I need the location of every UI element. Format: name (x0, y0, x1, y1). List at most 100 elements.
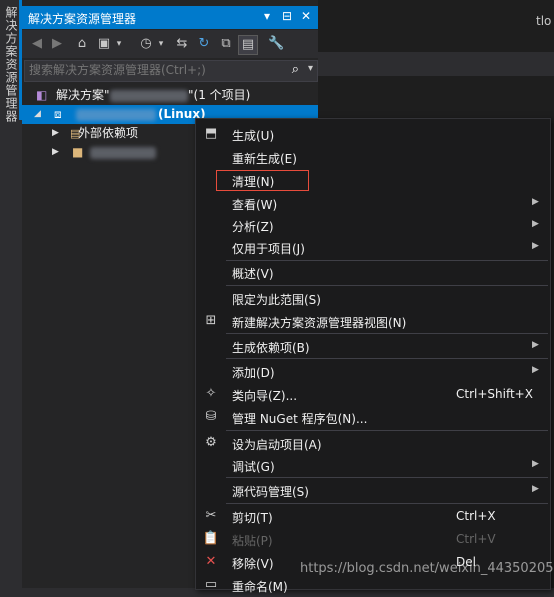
pin-icon[interactable]: ⊟ (282, 9, 292, 23)
redacted-folder-name (90, 147, 156, 159)
nuget-icon: ⛁ (205, 409, 217, 424)
menu-item-cut[interactable]: ✂ 剪切(T) Ctrl+X (196, 505, 550, 528)
menu-item-shortcut: Ctrl+X (456, 509, 496, 523)
panel-title: 解决方案资源管理器 (28, 12, 137, 26)
menu-item-label: 查看(W) (232, 198, 278, 212)
submenu-arrow-icon: ▶ (532, 197, 539, 207)
menu-item-project-only[interactable]: 仅用于项目(J) ▶ (196, 236, 550, 259)
menu-item-scope-to-this[interactable]: 限定为此范围(S) (196, 287, 550, 310)
menu-item-build-dependencies[interactable]: 生成依赖项(B) ▶ (196, 335, 550, 358)
expanded-arrow-icon[interactable]: ◢ (34, 105, 41, 124)
close-icon[interactable]: ✕ (301, 9, 311, 23)
menu-item-label: 仅用于项目(J) (232, 242, 305, 256)
solution-explorer-side-tab[interactable]: 解决方案资源管理器 (0, 0, 22, 588)
search-box: ⌕ ▾ (24, 60, 318, 82)
side-tab-label: 解决方案资源管理器 (4, 6, 18, 123)
submenu-arrow-icon: ▶ (532, 219, 539, 229)
menu-item-set-startup[interactable]: ⚙ 设为启动项目(A) (196, 432, 550, 455)
forward-icon[interactable]: ▶ (50, 35, 64, 53)
collapsed-arrow-icon[interactable]: ▶ (52, 124, 59, 143)
menu-item-rebuild[interactable]: 重新生成(E) (196, 146, 550, 169)
menu-separator (226, 358, 548, 359)
search-input[interactable] (29, 62, 279, 78)
menu-item-label: 源代码管理(S) (232, 485, 309, 499)
menu-item-label: 设为启动项目(A) (232, 438, 322, 452)
menu-item-label: 类向导(Z)... (232, 389, 298, 403)
menu-item-add[interactable]: 添加(D) ▶ (196, 360, 550, 383)
menu-item-analyze[interactable]: 分析(Z) ▶ (196, 214, 550, 237)
collapse-all-icon[interactable]: ⧉ (218, 35, 234, 53)
remove-icon: ✕ (205, 554, 217, 569)
submenu-arrow-icon: ▶ (532, 459, 539, 469)
highlight-box (216, 170, 309, 191)
project-icon: ⧈ (54, 107, 62, 121)
pending-changes-icon[interactable]: ◷ (138, 35, 154, 53)
collapsed-arrow-icon[interactable]: ▶ (52, 143, 59, 162)
watermark-text: https://blog.csdn.net/weixin_44350205 (300, 561, 554, 576)
class-wizard-icon: ✧ (205, 386, 217, 401)
menu-item-shortcut: Ctrl+Shift+X (456, 387, 533, 401)
project-context-menu: ⬒ 生成(U) 重新生成(E) 清理(N) 查看(W) ▶ 分析(Z) ▶ 仅用… (195, 118, 551, 594)
refresh-icon[interactable]: ↻ (196, 35, 212, 53)
search-icon[interactable]: ⌕ (292, 62, 299, 77)
menu-separator (226, 503, 548, 504)
menu-separator (226, 430, 548, 431)
search-options-dropdown-icon[interactable]: ▾ (308, 63, 313, 74)
gear-icon: ⚙ (205, 435, 217, 450)
menu-separator (226, 333, 548, 334)
menu-item-label: 剪切(T) (232, 511, 273, 525)
menu-item-label: 新建解决方案资源管理器视图(N) (232, 316, 407, 330)
solution-label-prefix: 解决方案" (56, 88, 110, 102)
submenu-arrow-icon: ▶ (532, 241, 539, 251)
folder-icon: ■ (72, 145, 84, 159)
chevron-down-icon[interactable]: ▾ (156, 35, 166, 53)
new-view-icon: ⊞ (205, 313, 217, 328)
tree-item-solution[interactable]: ◧ 解决方案" "(1 个项目) (22, 86, 318, 105)
cut-icon: ✂ (205, 508, 217, 523)
switch-views-icon[interactable]: ▣ (96, 35, 112, 53)
menu-item-label: 调试(G) (232, 460, 275, 474)
menu-item-label: 重命名(M) (232, 580, 288, 594)
menu-item-label: 生成(U) (232, 129, 275, 143)
panel-toolbar: ◀ ▶ ⌂ ▣ ▾ ◷ ▾ ⇆ ↻ ⧉ ▤ 🔧 (22, 30, 318, 58)
menu-item-manage-nuget[interactable]: ⛁ 管理 NuGet 程序包(N)... (196, 406, 550, 429)
menu-item-label: 管理 NuGet 程序包(N)... (232, 412, 368, 426)
rename-icon: ▭ (204, 577, 218, 592)
menu-item-label: 移除(V) (232, 557, 274, 571)
show-all-files-icon[interactable]: ▤ (238, 35, 258, 55)
menu-item-label: 分析(Z) (232, 220, 274, 234)
menu-item-label: 限定为此范围(S) (232, 293, 321, 307)
menu-item-rename[interactable]: ▭ 重命名(M) (196, 574, 550, 597)
menu-item-paste[interactable]: 📋 粘贴(P) Ctrl+V (196, 528, 550, 551)
menu-item-source-control[interactable]: 源代码管理(S) ▶ (196, 479, 550, 502)
sync-icon[interactable]: ⇆ (174, 35, 190, 53)
solution-label-suffix: "(1 个项目) (188, 88, 251, 102)
menu-item-label: 粘贴(P) (232, 534, 273, 548)
redacted-solution-name (110, 90, 188, 102)
editor-tab[interactable]: tlo (536, 14, 551, 28)
menu-item-label: 重新生成(E) (232, 152, 297, 166)
external-deps-label: 外部依赖项 (78, 126, 139, 140)
chevron-down-icon[interactable]: ▾ (114, 35, 124, 53)
menu-item-shortcut: Ctrl+V (456, 532, 496, 546)
menu-item-label: 生成依赖项(B) (232, 341, 310, 355)
home-icon[interactable]: ⌂ (74, 35, 90, 53)
redacted-project-name (76, 109, 156, 121)
menu-item-build[interactable]: ⬒ 生成(U) (196, 123, 550, 146)
submenu-arrow-icon: ▶ (532, 340, 539, 350)
submenu-arrow-icon: ▶ (532, 365, 539, 375)
solution-icon: ◧ (36, 88, 48, 102)
editor-navigation-bar (318, 52, 554, 76)
menu-item-class-wizard[interactable]: ✧ 类向导(Z)... Ctrl+Shift+X (196, 383, 550, 406)
dropdown-icon[interactable]: ▾ (264, 9, 270, 23)
properties-wrench-icon[interactable]: 🔧 (268, 35, 284, 53)
menu-item-overview[interactable]: 概述(V) (196, 261, 550, 284)
menu-item-debug[interactable]: 调试(G) ▶ (196, 454, 550, 477)
paste-icon: 📋 (202, 531, 220, 546)
menu-item-label: 添加(D) (232, 366, 275, 380)
back-icon[interactable]: ◀ (30, 35, 44, 53)
menu-item-new-explorer-view[interactable]: ⊞ 新建解决方案资源管理器视图(N) (196, 310, 550, 333)
menu-item-view[interactable]: 查看(W) ▶ (196, 192, 550, 215)
build-icon: ⬒ (204, 126, 218, 141)
panel-title-bar: 解决方案资源管理器 ▾ ⊟ ✕ (22, 6, 318, 29)
